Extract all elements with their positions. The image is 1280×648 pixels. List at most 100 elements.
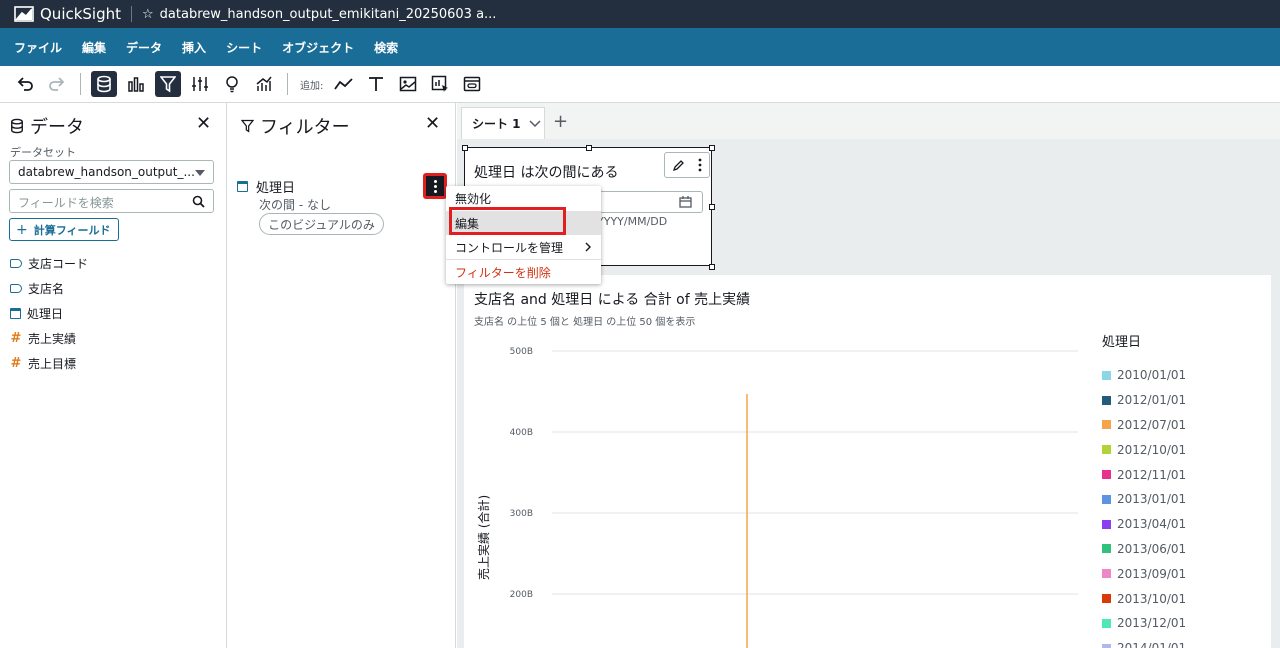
resize-handle[interactable] <box>709 204 715 210</box>
undo-icon <box>17 77 33 91</box>
forecast-chart-icon <box>256 76 272 91</box>
field-search-placeholder: フィールドを検索 <box>18 196 114 210</box>
menu-search[interactable]: 検索 <box>374 39 398 56</box>
legend-item[interactable]: 2013/10/01 <box>1102 586 1186 611</box>
field-item-sales-target[interactable]: # 売上目標 <box>10 351 88 376</box>
data-panel-header: データ <box>10 113 84 139</box>
menu-item-manage-control[interactable]: コントロールを管理 <box>446 235 601 259</box>
legend-label: 2014/01/01 <box>1117 641 1186 648</box>
add-text-button[interactable] <box>363 71 389 97</box>
legend-item[interactable]: 2012/01/01 <box>1102 388 1186 413</box>
field-label: 支店コード <box>28 257 89 271</box>
filter-panel-button[interactable] <box>155 71 181 97</box>
close-icon[interactable]: ✕ <box>425 113 440 134</box>
add-image-button[interactable] <box>395 71 421 97</box>
redo-button[interactable] <box>44 71 70 97</box>
more-vertical-icon <box>433 179 437 183</box>
data-panel-button[interactable] <box>91 71 117 97</box>
document-title[interactable]: databrew_handson_output_emikitani_202506… <box>160 7 497 22</box>
date-input[interactable] <box>599 191 703 213</box>
legend-item[interactable]: 2012/10/01 <box>1102 437 1186 462</box>
legend-item[interactable]: 2013/09/01 <box>1102 561 1186 586</box>
menu-object[interactable]: オブジェクト <box>282 39 354 56</box>
tab-sheet-1[interactable]: シート 1 <box>461 107 545 139</box>
y-tick-label: 500B <box>510 347 533 357</box>
menu-item-label: コントロールを管理 <box>455 240 564 255</box>
line-chart-visual[interactable]: 支店名 and 処理日 による 合計 of 売上実績 支店名 の上位 5 個と … <box>464 275 1271 648</box>
dataset-select[interactable]: databrew_handson_output_... <box>9 160 214 184</box>
legend-label: 2013/04/01 <box>1117 517 1187 532</box>
resize-handle[interactable] <box>709 264 715 270</box>
legend-item[interactable]: 2013/06/01 <box>1102 537 1186 562</box>
highlight-box <box>449 207 566 235</box>
resize-handle[interactable] <box>709 145 715 151</box>
menu-insert[interactable]: 挿入 <box>182 39 206 56</box>
star-icon[interactable]: ☆ <box>142 7 154 22</box>
field-item-sales-actual[interactable]: # 売上実績 <box>10 326 88 351</box>
visual-actions <box>664 152 710 178</box>
legend-item[interactable]: 2014/01/01 <box>1102 636 1186 648</box>
top-bar: QuickSight ☆ databrew_handson_output_emi… <box>0 0 1280 28</box>
y-axis-label: 売上実績 (合計) <box>476 495 491 580</box>
legend-item[interactable]: 2012/07/01 <box>1102 413 1186 438</box>
menu-edit[interactable]: 編集 <box>82 39 106 56</box>
legend-label: 2013/12/01 <box>1117 616 1187 631</box>
legend-swatch <box>1102 470 1111 480</box>
legend-swatch <box>1102 370 1111 380</box>
legend-title: 処理日 <box>1102 335 1142 350</box>
legend-item[interactable]: 2013/12/01 <box>1102 611 1186 636</box>
chevron-right-icon <box>585 242 591 252</box>
quicksight-logo[interactable]: QuickSight <box>0 5 121 23</box>
hash-icon: # <box>10 356 22 371</box>
hash-icon: # <box>10 331 22 346</box>
visualize-button[interactable] <box>123 71 149 97</box>
legend-label: 2013/01/01 <box>1117 492 1187 507</box>
filter-scope-chip[interactable]: このビジュアルのみ <box>259 213 384 235</box>
filter-options-button[interactable] <box>423 173 447 199</box>
resize-handle[interactable] <box>586 145 592 151</box>
menu-data[interactable]: データ <box>126 39 162 56</box>
legend-item[interactable]: 2012/11/01 <box>1102 462 1186 487</box>
lightbulb-icon <box>226 76 238 93</box>
legend-item[interactable]: 2010/01/01 <box>1102 363 1186 388</box>
filter-item[interactable]: 処理日 <box>237 177 295 196</box>
legend-swatch <box>1102 420 1111 430</box>
add-calculated-field-button[interactable]: + 計算フィールド <box>9 218 119 241</box>
legend-swatch <box>1102 569 1111 579</box>
legend-item[interactable]: 2013/04/01 <box>1102 512 1186 537</box>
add-insight-button[interactable] <box>427 71 453 97</box>
resize-handle[interactable] <box>462 145 468 151</box>
insights-button[interactable] <box>219 71 245 97</box>
undo-button[interactable] <box>12 71 38 97</box>
field-item-process-date[interactable]: 処理日 <box>10 301 88 326</box>
menu-sheet[interactable]: シート <box>226 39 262 56</box>
legend-swatch <box>1102 494 1111 504</box>
close-icon[interactable]: ✕ <box>196 113 211 134</box>
filter-context-menu: 無効化 編集 コントロールを管理 フィルターを削除 <box>446 186 601 284</box>
legend-swatch <box>1102 519 1111 529</box>
more-vertical-icon[interactable] <box>698 158 702 172</box>
field-search-input[interactable]: フィールドを検索 <box>9 189 214 213</box>
y-tick-label: 400B <box>510 428 533 438</box>
pencil-icon[interactable] <box>672 159 685 172</box>
add-sheet-icon[interactable]: + <box>553 111 568 132</box>
menu-file[interactable]: ファイル <box>14 39 62 56</box>
forecast-button[interactable] <box>251 71 277 97</box>
field-label: 支店名 <box>28 282 65 296</box>
field-label: 処理日 <box>27 307 64 321</box>
add-visual-button[interactable] <box>331 71 357 97</box>
add-embed-button[interactable] <box>459 71 485 97</box>
chevron-down-icon <box>529 119 541 127</box>
field-item-branch-name[interactable]: 支店名 <box>10 276 88 301</box>
parameters-button[interactable] <box>187 71 213 97</box>
bar-chart-icon <box>128 77 144 92</box>
menu-item-delete-filter[interactable]: フィルターを削除 <box>446 260 601 284</box>
filter-name: 処理日 <box>256 181 296 196</box>
legend-swatch <box>1102 544 1111 554</box>
legend-swatch <box>1102 618 1111 628</box>
sheet-tabs: シート 1 + <box>457 103 1280 139</box>
field-item-branch-code[interactable]: 支店コード <box>10 251 88 276</box>
field-label: 売上目標 <box>28 357 77 371</box>
legend-item[interactable]: 2013/01/01 <box>1102 487 1186 512</box>
analysis-canvas: シート 1 + 処理日 は次の間にある YYYY/MM/DD 支店名 and 処… <box>457 103 1280 648</box>
